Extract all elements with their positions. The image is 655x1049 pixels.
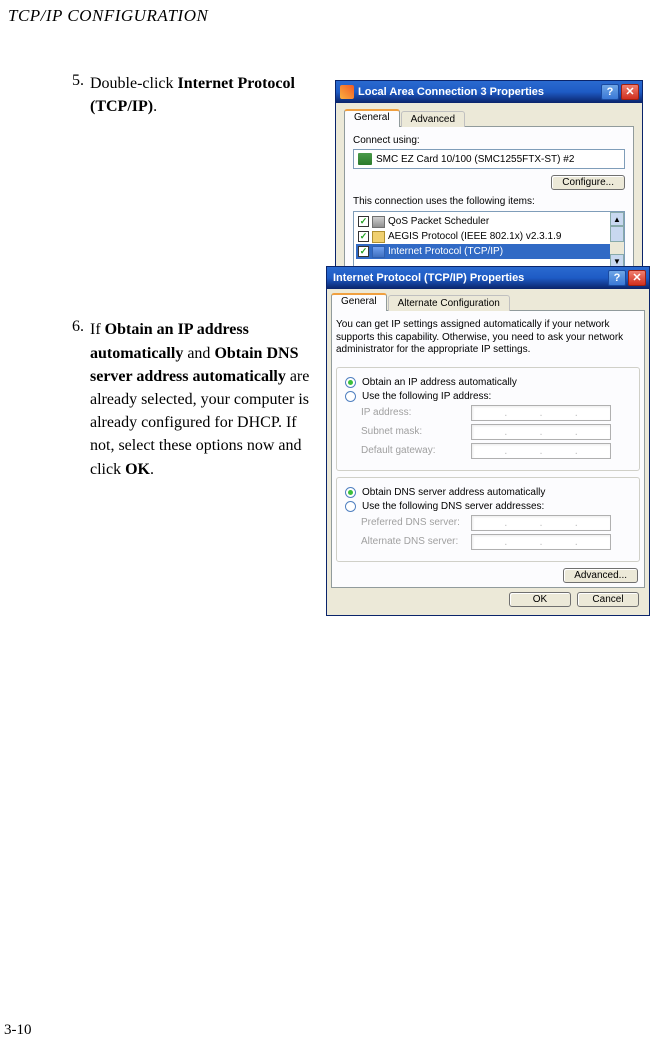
tab-general[interactable]: General: [344, 109, 400, 127]
item-label: Internet Protocol (TCP/IP): [388, 246, 503, 257]
radio-off-icon: [345, 391, 356, 402]
radio-label: Obtain an IP address automatically: [362, 377, 517, 388]
step-5-pre: Double-click: [90, 75, 178, 92]
s6-t1: and: [183, 345, 214, 362]
connect-using-label: Connect using:: [353, 135, 625, 146]
dlg1-titlebar[interactable]: Local Area Connection 3 Properties ? ✕: [336, 81, 642, 103]
s6-t0: If: [90, 321, 105, 338]
step-5-post: .: [153, 98, 157, 115]
ip-group: Obtain an IP address automatically Use t…: [336, 367, 640, 471]
scrollbar[interactable]: ▲ ▼: [610, 212, 624, 268]
service-icon: [372, 216, 385, 228]
window-icon: [340, 85, 354, 99]
tab-general[interactable]: General: [331, 293, 387, 311]
radio-on-icon: [345, 377, 356, 388]
dns-group: Obtain DNS server address automatically …: [336, 477, 640, 562]
list-item-selected[interactable]: ✓ Internet Protocol (TCP/IP): [356, 244, 624, 259]
protocol-icon: [372, 231, 385, 243]
ip-input: ...: [471, 534, 611, 550]
help-button[interactable]: ?: [601, 84, 619, 100]
radio-obtain-ip-auto[interactable]: Obtain an IP address automatically: [345, 377, 631, 388]
field-label: IP address:: [361, 407, 471, 418]
description-text: You can get IP settings assigned automat…: [336, 319, 640, 357]
advanced-button[interactable]: Advanced...: [563, 568, 638, 583]
dialog-lan-properties: Local Area Connection 3 Properties ? ✕ G…: [335, 80, 643, 287]
cancel-button[interactable]: Cancel: [577, 592, 639, 607]
step-6-text: If Obtain an IP address automatically an…: [90, 318, 322, 480]
dlg1-title: Local Area Connection 3 Properties: [358, 86, 599, 98]
field-label: Default gateway:: [361, 445, 471, 456]
step-5-number: 5.: [60, 72, 90, 118]
step-5-text: Double-click Internet Protocol (TCP/IP).: [90, 72, 322, 118]
scroll-thumb[interactable]: [610, 226, 624, 242]
checkbox-icon[interactable]: ✓: [358, 216, 369, 227]
protocol-icon: [372, 246, 385, 258]
configure-button[interactable]: Configure...: [551, 175, 625, 190]
radio-use-dns[interactable]: Use the following DNS server addresses:: [345, 501, 631, 512]
page-number: 3-10: [4, 1022, 32, 1039]
field-label: Alternate DNS server:: [361, 536, 471, 547]
tab-advanced[interactable]: Advanced: [401, 111, 465, 127]
page-header: TCP/IP CONFIGURATION: [0, 0, 655, 32]
scroll-up-icon[interactable]: ▲: [610, 212, 624, 226]
radio-on-icon: [345, 487, 356, 498]
item-label: AEGIS Protocol (IEEE 802.1x) v2.3.1.9: [388, 231, 561, 242]
field-label: Subnet mask:: [361, 426, 471, 437]
radio-label: Use the following DNS server addresses:: [362, 501, 544, 512]
checkbox-icon[interactable]: ✓: [358, 246, 369, 257]
dialog-tcpip-properties: Internet Protocol (TCP/IP) Properties ? …: [326, 266, 650, 616]
ok-button[interactable]: OK: [509, 592, 571, 607]
step-6-number: 6.: [60, 318, 90, 480]
close-button[interactable]: ✕: [621, 84, 639, 100]
close-button[interactable]: ✕: [628, 270, 646, 286]
radio-use-ip[interactable]: Use the following IP address:: [345, 391, 631, 402]
field-gateway: Default gateway: ...: [361, 443, 631, 459]
ip-input: ...: [471, 405, 611, 421]
dlg2-titlebar[interactable]: Internet Protocol (TCP/IP) Properties ? …: [327, 267, 649, 289]
checkbox-icon[interactable]: ✓: [358, 231, 369, 242]
items-listbox[interactable]: ✓ QoS Packet Scheduler ✓ AEGIS Protocol …: [353, 211, 625, 269]
radio-label: Obtain DNS server address automatically: [362, 487, 545, 498]
nic-name: SMC EZ Card 10/100 (SMC1255FTX-ST) #2: [376, 154, 574, 165]
list-item[interactable]: ✓ AEGIS Protocol (IEEE 802.1x) v2.3.1.9: [356, 229, 624, 244]
nic-icon: [358, 153, 372, 165]
item-label: QoS Packet Scheduler: [388, 216, 489, 227]
field-dns-preferred: Preferred DNS server: ...: [361, 515, 631, 531]
radio-off-icon: [345, 501, 356, 512]
ip-input: ...: [471, 443, 611, 459]
nic-box[interactable]: SMC EZ Card 10/100 (SMC1255FTX-ST) #2: [353, 149, 625, 169]
items-label: This connection uses the following items…: [353, 196, 625, 207]
field-ip-address: IP address: ...: [361, 405, 631, 421]
ip-input: ...: [471, 424, 611, 440]
help-button[interactable]: ?: [608, 270, 626, 286]
radio-obtain-dns-auto[interactable]: Obtain DNS server address automatically: [345, 487, 631, 498]
field-label: Preferred DNS server:: [361, 517, 471, 528]
s6-b3: OK: [125, 461, 150, 478]
ip-input: ...: [471, 515, 611, 531]
radio-label: Use the following IP address:: [362, 391, 491, 402]
field-subnet: Subnet mask: ...: [361, 424, 631, 440]
s6-t3: .: [150, 461, 154, 478]
dlg2-title: Internet Protocol (TCP/IP) Properties: [333, 272, 606, 284]
tab-alternate-config[interactable]: Alternate Configuration: [388, 295, 510, 311]
field-dns-alternate: Alternate DNS server: ...: [361, 534, 631, 550]
list-item[interactable]: ✓ QoS Packet Scheduler: [356, 214, 624, 229]
